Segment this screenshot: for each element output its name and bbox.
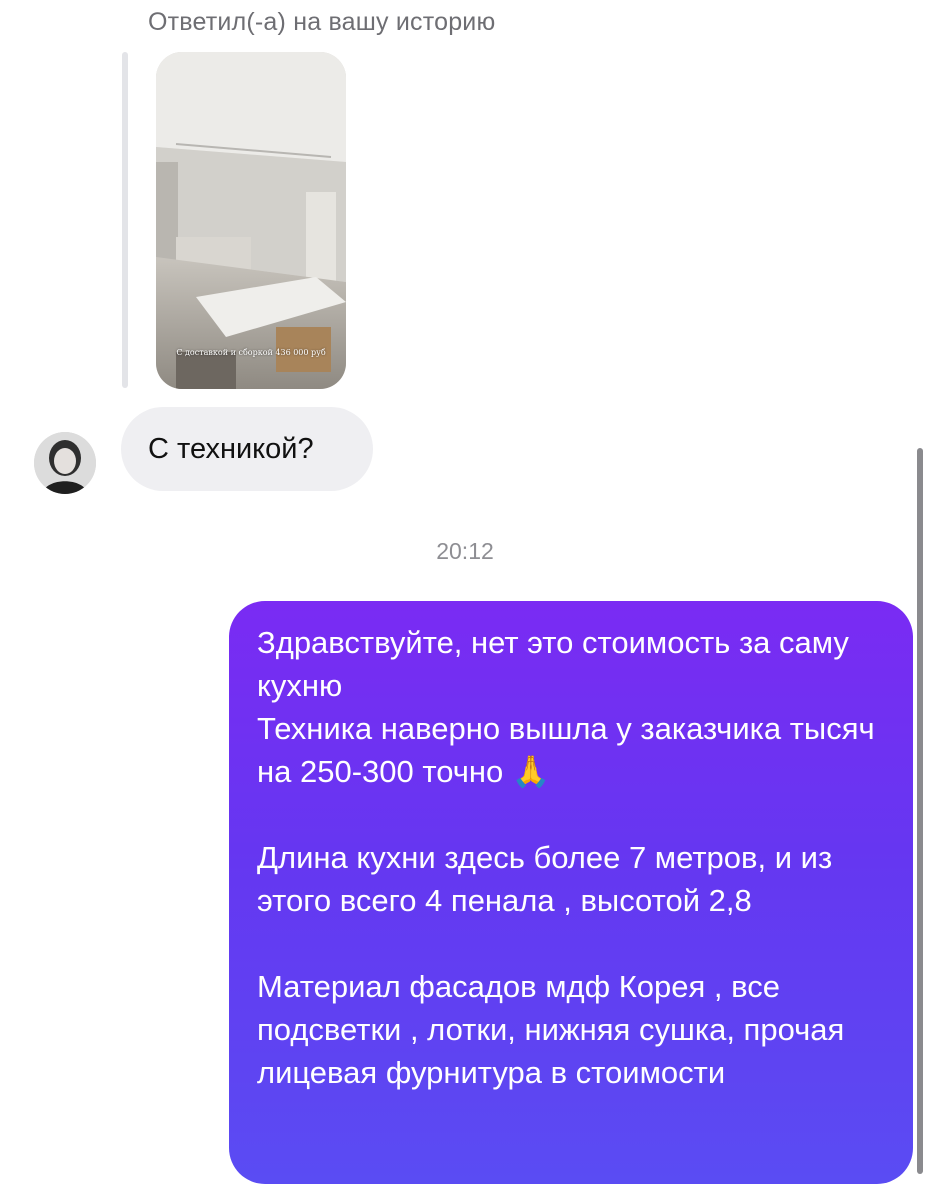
story-preview[interactable]: С доставкой и сборкой 436 000 руб — [156, 52, 346, 389]
avatar-photo-icon — [34, 432, 96, 494]
reply-quote-bar — [122, 52, 128, 388]
contact-avatar[interactable] — [34, 432, 96, 494]
message-timestamp: 20:12 — [436, 538, 494, 564]
story-image — [156, 52, 346, 389]
chat-screen: Ответил(-а) на вашу историю С доставкой … — [0, 0, 930, 1200]
story-caption: С доставкой и сборкой 436 000 руб — [176, 348, 326, 357]
incoming-message-text: С техникой? — [148, 432, 314, 465]
scrollbar[interactable] — [917, 448, 923, 1174]
story-reply-label: Ответил(-а) на вашу историю — [148, 8, 496, 36]
incoming-message-bubble[interactable]: С техникой? — [121, 407, 373, 491]
outgoing-message-bubble[interactable]: Здравствуйте, нет это стоимость за саму … — [229, 601, 913, 1184]
outgoing-message-text: Здравствуйте, нет это стоимость за саму … — [257, 625, 875, 1090]
